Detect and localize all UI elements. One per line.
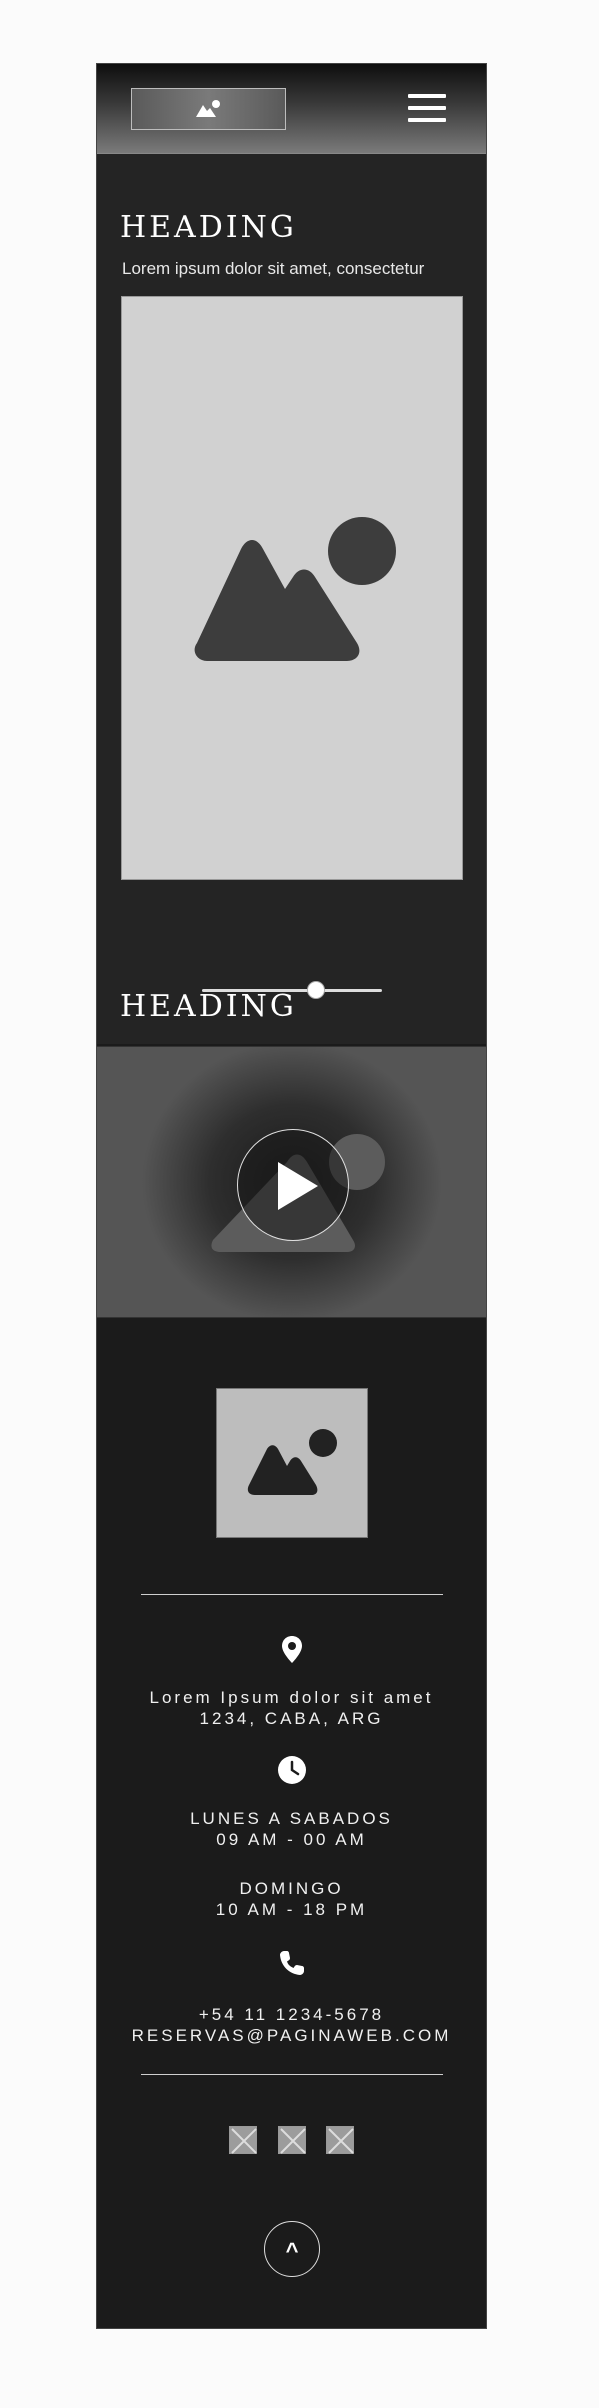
social-placeholder-icon[interactable] — [326, 2126, 354, 2154]
social-placeholder-icon[interactable] — [229, 2126, 257, 2154]
hero-image — [121, 296, 463, 880]
hamburger-menu-icon[interactable] — [408, 94, 446, 122]
play-icon — [278, 1162, 318, 1210]
video-player[interactable] — [97, 1046, 486, 1318]
back-to-top-label: ^ — [285, 2238, 299, 2263]
footer-logo[interactable] — [216, 1388, 368, 1538]
hero-section: HEADING Lorem ipsum dolor sit amet, cons… — [97, 154, 486, 1044]
location-pin-icon — [282, 1636, 302, 1663]
clock-icon — [278, 1756, 306, 1784]
phone-icon[interactable] — [277, 1948, 307, 1978]
mobile-frame: HEADING Lorem ipsum dolor sit amet, cons… — [96, 63, 487, 2329]
address-line-2: 1234, CABA, ARG — [199, 1709, 384, 1728]
image-placeholder-icon — [194, 517, 396, 661]
social-placeholder-icon[interactable] — [278, 2126, 306, 2154]
logo[interactable] — [131, 88, 286, 130]
site-header — [97, 64, 486, 154]
weekdays-label: LUNES A SABADOS — [190, 1809, 393, 1828]
play-button[interactable] — [237, 1129, 349, 1241]
image-placeholder-icon — [247, 1429, 337, 1495]
email-address[interactable]: RESERVAS@PAGINAWEB.COM — [97, 2025, 486, 2046]
sunday-time: 10 AM - 18 PM — [215, 1900, 368, 1919]
video-heading: HEADING — [120, 989, 297, 1024]
back-to-top-button[interactable]: ^ — [264, 2221, 320, 2277]
footer-divider-top — [141, 1594, 443, 1595]
hero-heading: HEADING — [120, 210, 297, 245]
sunday-label: DOMINGO — [239, 1879, 344, 1898]
footer-divider-bottom — [141, 2074, 443, 2075]
weekdays-time: 09 AM - 00 AM — [216, 1830, 367, 1849]
slider-thumb[interactable] — [307, 981, 326, 999]
site-footer: Lorem Ipsum dolor sit amet 1234, CABA, A… — [97, 1318, 486, 2328]
phone-number[interactable]: +54 11 1234-5678 — [97, 2004, 486, 2025]
image-placeholder-icon — [196, 100, 220, 117]
address-line-1: Lorem Ipsum dolor sit amet — [149, 1688, 434, 1707]
hero-subtitle: Lorem ipsum dolor sit amet, consectetur — [122, 259, 425, 278]
